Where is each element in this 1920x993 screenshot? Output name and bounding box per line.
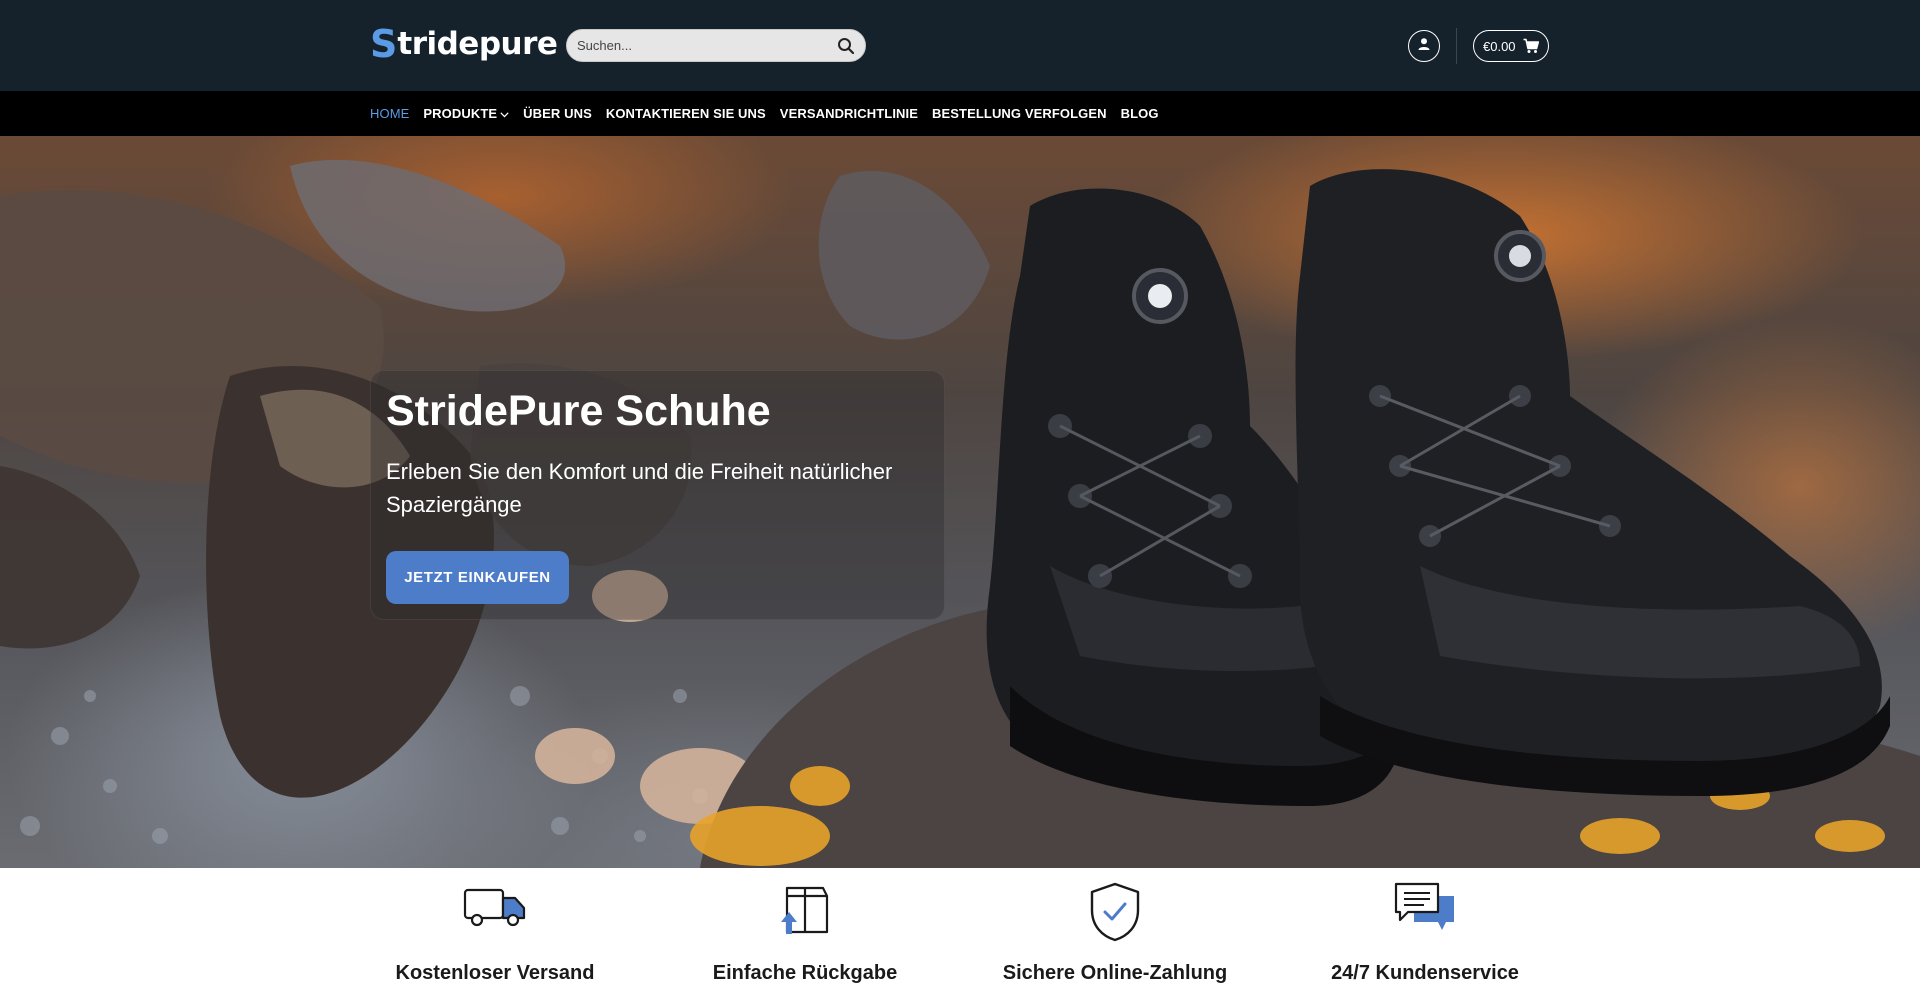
nav-item-kontakt[interactable]: KONTAKTIEREN SIE UNS (606, 106, 766, 121)
hero-title: StridePure Schuhe (386, 387, 771, 435)
account-button[interactable] (1408, 30, 1440, 62)
hero-image (0, 159, 1920, 868)
shop-now-button[interactable]: JETZT EINKAUFEN (386, 551, 569, 604)
cart-button[interactable]: €0.00 (1473, 30, 1549, 62)
feature-easy-returns: Einfache Rückgabe (655, 868, 955, 993)
user-icon (1417, 37, 1431, 56)
nav-label: KONTAKTIEREN SIE UNS (605, 106, 766, 121)
feature-secure-payment: Sichere Online-Zahlung (965, 868, 1265, 993)
nav-label: VERSANDRICHTLINIE (779, 106, 919, 121)
nav-item-versandrichtlinie[interactable]: VERSANDRICHTLINIE (780, 106, 918, 121)
search-input[interactable] (577, 30, 827, 61)
boot-right (1295, 169, 1890, 796)
truck-icon (463, 882, 527, 935)
feature-label: 24/7 Kundenservice (1331, 962, 1519, 984)
chevron-down-icon (500, 106, 509, 121)
search-bar (566, 29, 866, 62)
return-box-icon (779, 882, 831, 941)
nav-item-home[interactable]: HOME (370, 106, 409, 121)
search-icon[interactable] (837, 37, 855, 55)
shield-check-icon (1088, 882, 1142, 947)
feature-label: Einfache Rückgabe (712, 962, 898, 984)
nav-item-produkte[interactable]: PRODUKTE (423, 106, 509, 121)
hero-subtitle: Erleben Sie den Komfort und die Freiheit… (386, 459, 893, 517)
site-logo[interactable]: Stridepure (370, 22, 558, 66)
feature-label: Kostenloser Versand (395, 962, 595, 984)
nav-label: PRODUKTE (423, 106, 498, 121)
hero-banner: StridePure Schuhe Erleben Sie den Komfor… (0, 136, 1920, 868)
main-navigation: HOME PRODUKTE ÜBER UNS KONTAKTIEREN SIE … (0, 91, 1920, 136)
nav-label: BLOG (1120, 106, 1159, 121)
logo-text: tridepure (397, 26, 558, 62)
feature-customer-service: 24/7 Kundenservice (1275, 868, 1575, 993)
chat-icon (1394, 882, 1456, 937)
feature-free-shipping: Kostenloser Versand (345, 868, 645, 993)
nav-label: HOME (370, 106, 410, 121)
cart-icon (1523, 38, 1540, 57)
header-divider (1456, 28, 1457, 64)
nav-item-bestellung-verfolgen[interactable]: BESTELLUNG VERFOLGEN (932, 106, 1107, 121)
feature-label: Sichere Online-Zahlung (1002, 962, 1228, 984)
site-header: Stridepure €0.00 (0, 0, 1920, 91)
cart-total: €0.00 (1483, 38, 1516, 54)
nav-label: ÜBER UNS (523, 106, 592, 121)
logo-first-letter: S (370, 22, 398, 66)
nav-label: BESTELLUNG VERFOLGEN (932, 106, 1107, 121)
nav-item-blog[interactable]: BLOG (1121, 106, 1159, 121)
hero-content: StridePure Schuhe Erleben Sie den Komfor… (370, 370, 945, 620)
features-bar: Kostenloser Versand Einfache Rückgabe Si… (0, 868, 1920, 993)
nav-item-ueber-uns[interactable]: ÜBER UNS (523, 106, 592, 121)
